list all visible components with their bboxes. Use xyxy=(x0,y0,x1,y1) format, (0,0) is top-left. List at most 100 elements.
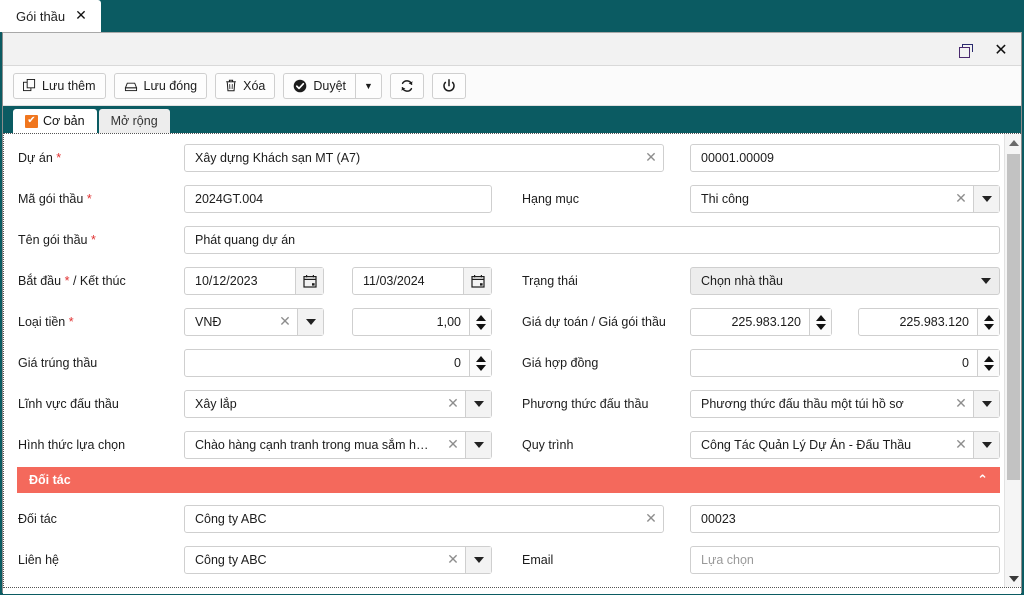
spinner-gia-du-toan[interactable] xyxy=(809,309,831,335)
label-lien-he: Liên hệ xyxy=(18,553,60,567)
row-ma-goi-thau: Mã gói thầu * 2024GT.004 Hạng mục Thi cô… xyxy=(4,183,1000,217)
restore-icon[interactable] xyxy=(955,40,975,60)
scroll-down-button[interactable] xyxy=(1005,570,1021,587)
app-tab-label: Gói thầu xyxy=(16,8,66,24)
row-bat-dau-ket-thuc: Bắt đầu * / Kết thúc 10/12/2023 11/03/20… xyxy=(4,265,1000,299)
save-add-button[interactable]: Lưu thêm xyxy=(13,72,106,99)
refresh-button[interactable] xyxy=(389,72,424,99)
select-quy-trinh[interactable]: Công Tác Quản Lý Dự Án - Đấu Thầu ✕ xyxy=(690,431,1000,459)
chevron-up-icon[interactable]: ⌃ xyxy=(977,474,988,487)
save-close-button[interactable]: Lưu đóng xyxy=(113,72,208,99)
calendar-icon[interactable] xyxy=(463,268,491,294)
gia-goi-thau-value: 225.983.120 xyxy=(899,315,969,329)
label-doi-tac: Đối tác xyxy=(18,512,57,526)
calendar-icon[interactable] xyxy=(295,268,323,294)
input-gia-du-toan[interactable]: 225.983.120 xyxy=(690,308,832,336)
scrollbar-thumb[interactable] xyxy=(1007,154,1020,480)
input-doi-tac-code[interactable]: 00023 xyxy=(690,505,1000,533)
end-date-value: 11/03/2024 xyxy=(363,274,425,288)
chevron-down-icon[interactable] xyxy=(973,278,999,284)
clear-icon[interactable]: ✕ xyxy=(441,438,465,452)
vertical-scrollbar[interactable] xyxy=(1004,134,1021,587)
power-button[interactable] xyxy=(431,72,466,99)
clear-icon[interactable]: ✕ xyxy=(441,553,465,567)
toolbar: Lưu thêm Lưu đóng Xóa Duyệt ▼ xyxy=(3,66,1021,106)
input-ty-gia[interactable]: 1,00 xyxy=(352,308,492,336)
row-doi-tac: Đối tác Công ty ABC ✕ 00023 xyxy=(4,503,1000,537)
select-trang-thai[interactable]: Chọn nhà thầu xyxy=(690,267,1000,295)
datepicker-end[interactable]: 11/03/2024 xyxy=(352,267,492,295)
delete-button[interactable]: Xóa xyxy=(215,72,276,99)
loai-tien-value: VNĐ xyxy=(195,315,222,329)
email-placeholder: Lựa chọn xyxy=(701,553,754,567)
doi-tac-code-value: 00023 xyxy=(701,512,736,526)
close-icon[interactable]: ✕ xyxy=(75,9,87,23)
save-close-icon xyxy=(124,79,138,92)
window-titlebar: ✕ xyxy=(3,33,1021,66)
input-gia-hop-dong[interactable]: 0 xyxy=(690,349,1000,377)
select-lien-he[interactable]: Công ty ABC ✕ xyxy=(184,546,492,574)
input-du-an-code[interactable]: 00001.00009 xyxy=(690,144,1000,172)
tab-mo-rong-label: Mở rộng xyxy=(110,114,158,128)
gia-hop-dong-value: 0 xyxy=(962,356,969,370)
approve-dropdown-button[interactable]: ▼ xyxy=(355,72,382,99)
tab-co-ban[interactable]: ✔ Cơ bản xyxy=(13,109,97,133)
spinner-gia-hop-dong[interactable] xyxy=(977,350,999,376)
clear-icon[interactable]: ✕ xyxy=(949,192,973,206)
chevron-down-icon[interactable] xyxy=(973,432,999,458)
select-hinh-thuc-lua-chon[interactable]: Chào hàng cạnh tranh trong mua sắm hàng … xyxy=(184,431,492,459)
select-phuong-thuc-dau-thau[interactable]: Phương thức đấu thầu một túi hồ sơ ✕ xyxy=(690,390,1000,418)
spinner-gia-goi-thau[interactable] xyxy=(977,309,999,335)
input-gia-trung-thau[interactable]: 0 xyxy=(184,349,492,377)
chevron-down-icon[interactable] xyxy=(465,547,491,573)
input-du-an[interactable]: Xây dựng Khách sạn MT (A7) ✕ xyxy=(184,144,664,172)
label-gia-trung-thau: Giá trúng thầu xyxy=(18,356,98,370)
clear-icon[interactable]: ✕ xyxy=(441,397,465,411)
input-gia-goi-thau[interactable]: 225.983.120 xyxy=(858,308,1000,336)
chevron-down-icon[interactable] xyxy=(297,309,323,335)
du-an-value: Xây dựng Khách sạn MT (A7) xyxy=(195,151,361,165)
label-loai-tien: Loại tiền * xyxy=(18,315,74,329)
label-hinh-thuc-lua-chon: Hình thức lựa chọn xyxy=(18,438,126,452)
clear-icon[interactable]: ✕ xyxy=(639,512,663,526)
datepicker-start[interactable]: 10/12/2023 xyxy=(184,267,324,295)
input-ma-goi-thau[interactable]: 2024GT.004 xyxy=(184,185,492,213)
clear-icon[interactable]: ✕ xyxy=(949,397,973,411)
select-linh-vuc-dau-thau[interactable]: Xây lắp ✕ xyxy=(184,390,492,418)
label-hang-muc: Hạng mục xyxy=(522,192,579,206)
input-ten-goi-thau[interactable]: Phát quang dự án xyxy=(184,226,1000,254)
approve-button[interactable]: Duyệt xyxy=(283,72,356,99)
du-an-code-value: 00001.00009 xyxy=(701,151,774,165)
clear-icon[interactable]: ✕ xyxy=(639,151,663,165)
input-doi-tac[interactable]: Công ty ABC ✕ xyxy=(184,505,664,533)
spinner-ty-gia[interactable] xyxy=(469,309,491,335)
chevron-down-icon[interactable] xyxy=(973,391,999,417)
tab-mo-rong[interactable]: Mở rộng xyxy=(98,109,170,133)
window-statusbar xyxy=(3,588,1021,594)
label-du-an: Dự án * xyxy=(18,151,62,165)
chevron-down-icon[interactable] xyxy=(465,391,491,417)
select-loai-tien[interactable]: VNĐ ✕ xyxy=(184,308,324,336)
label-gia-du-toan: Giá dự toán / Giá gói thầu xyxy=(522,315,666,329)
select-hang-muc[interactable]: Thi công ✕ xyxy=(690,185,1000,213)
label-email: Email xyxy=(522,553,554,567)
check-circle-icon xyxy=(293,79,307,93)
section-header-doi-tac[interactable]: Đối tác ⌃ xyxy=(17,467,1000,493)
hinh-thuc-lua-chon-value: Chào hàng cạnh tranh trong mua sắm hàng … xyxy=(195,438,441,452)
spinner-gia-trung-thau[interactable] xyxy=(469,350,491,376)
form-scroll-area: Dự án * Xây dựng Khách sạn MT (A7) ✕ 000… xyxy=(4,134,1000,587)
delete-label: Xóa xyxy=(243,78,266,93)
input-email[interactable]: Lựa chọn xyxy=(690,546,1000,574)
save-close-label: Lưu đóng xyxy=(143,78,198,93)
clear-icon[interactable]: ✕ xyxy=(273,315,297,329)
chevron-down-icon[interactable] xyxy=(465,432,491,458)
clear-icon[interactable]: ✕ xyxy=(949,438,973,452)
scroll-up-button[interactable] xyxy=(1005,134,1021,151)
check-icon: ✔ xyxy=(25,114,38,128)
row-ten-goi-thau: Tên gói thầu * Phát quang dự án xyxy=(4,224,1000,258)
linh-vuc-dau-thau-value: Xây lắp xyxy=(195,397,237,411)
form-body: Dự án * Xây dựng Khách sạn MT (A7) ✕ 000… xyxy=(3,133,1021,588)
chevron-down-icon[interactable] xyxy=(973,186,999,212)
close-icon[interactable]: ✕ xyxy=(991,40,1011,60)
app-tab-goi-thau[interactable]: Gói thầu ✕ xyxy=(0,0,101,32)
